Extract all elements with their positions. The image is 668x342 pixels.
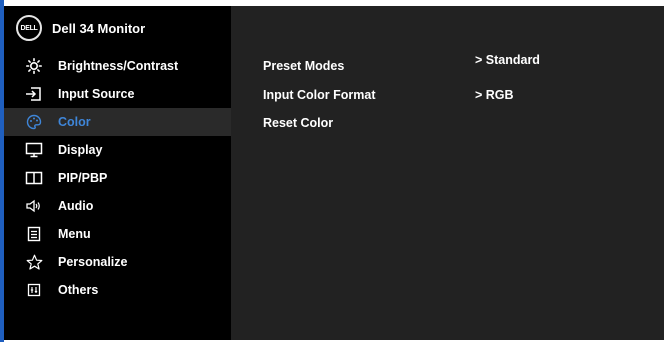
sidebar: DELL Dell 34 Monitor Brightness/Contrast xyxy=(4,6,231,340)
brand-header: DELL Dell 34 Monitor xyxy=(16,14,145,42)
input-color-format-value: > RGB xyxy=(475,88,514,102)
sidebar-item-label: Input Source xyxy=(58,87,135,101)
dell-logo: DELL xyxy=(16,15,42,41)
audio-icon xyxy=(24,196,44,216)
pip-pbp-icon xyxy=(24,168,44,188)
input-source-icon xyxy=(24,84,44,104)
sidebar-item-label: Personalize xyxy=(58,255,128,269)
sidebar-item-display[interactable]: Display xyxy=(4,136,231,164)
menu-icon xyxy=(24,224,44,244)
color-palette-icon xyxy=(24,112,44,132)
reset-color-option[interactable]: Reset Color xyxy=(263,116,333,130)
preset-modes-option[interactable]: Preset Modes xyxy=(263,59,344,73)
color-submenu-panel: Preset Modes > Standard Input Color Form… xyxy=(231,6,664,340)
star-icon xyxy=(24,252,44,272)
sidebar-item-input-source[interactable]: Input Source xyxy=(4,80,231,108)
monitor-osd: DELL Dell 34 Monitor Brightness/Contrast xyxy=(4,6,664,340)
sidebar-item-label: Menu xyxy=(58,227,91,241)
sidebar-item-label: Color xyxy=(58,115,91,129)
sidebar-item-label: Others xyxy=(58,283,99,297)
sidebar-item-label: Brightness/Contrast xyxy=(58,59,179,73)
input-color-format-option[interactable]: Input Color Format xyxy=(263,88,376,102)
brightness-icon xyxy=(24,56,44,76)
sidebar-item-pip-pbp[interactable]: PIP/PBP xyxy=(4,164,231,192)
sidebar-item-menu[interactable]: Menu xyxy=(4,220,231,248)
sidebar-item-color[interactable]: Color xyxy=(4,108,231,136)
sidebar-item-label: Audio xyxy=(58,199,94,213)
sidebar-item-audio[interactable]: Audio xyxy=(4,192,231,220)
sidebar-item-personalize[interactable]: Personalize xyxy=(4,248,231,276)
sidebar-item-label: Display xyxy=(58,143,103,157)
monitor-title: Dell 34 Monitor xyxy=(52,20,146,36)
sidebar-item-brightness-contrast[interactable]: Brightness/Contrast xyxy=(4,52,231,80)
display-icon xyxy=(24,140,44,160)
preset-modes-value: > Standard xyxy=(475,53,540,67)
sidebar-item-others[interactable]: Others xyxy=(4,276,231,304)
sidebar-item-label: PIP/PBP xyxy=(58,171,108,185)
others-icon xyxy=(24,280,44,300)
